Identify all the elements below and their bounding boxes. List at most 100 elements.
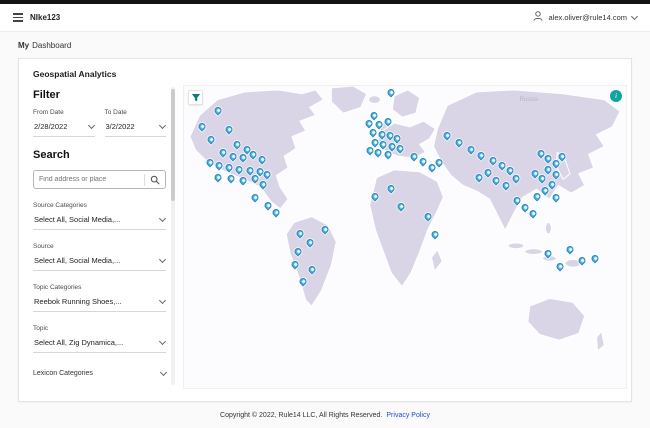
map-pin[interactable]	[551, 169, 562, 180]
map-pin[interactable]	[306, 264, 317, 275]
map-pin[interactable]	[257, 179, 268, 190]
map-pin[interactable]	[417, 156, 428, 167]
from-date-select[interactable]: 2/28/2022	[33, 119, 95, 137]
map-pin[interactable]	[482, 167, 493, 178]
menu-icon[interactable]	[13, 13, 23, 22]
map-pin[interactable]	[304, 237, 315, 248]
to-date-value: 3/2/2022	[105, 122, 135, 131]
map-pin[interactable]	[289, 259, 300, 270]
map-pin[interactable]	[555, 261, 566, 272]
map-pin[interactable]	[434, 157, 445, 168]
map-pin[interactable]	[429, 229, 440, 240]
map-region-label: Russia	[519, 96, 538, 103]
to-date-select[interactable]: 3/2/2022	[104, 119, 166, 137]
info-icon[interactable]: i	[610, 90, 622, 102]
map-pin[interactable]	[297, 276, 308, 287]
map-pin[interactable]	[543, 248, 554, 259]
map-pin[interactable]	[396, 201, 406, 212]
map-pin[interactable]	[453, 137, 464, 148]
map-pin[interactable]	[261, 169, 272, 180]
topic-select[interactable]: Select All, Zig Dynamica,...	[33, 335, 166, 353]
map-pin[interactable]	[547, 179, 558, 190]
map-pin[interactable]	[226, 173, 237, 184]
map-pin[interactable]	[256, 154, 267, 165]
map-pin[interactable]	[204, 157, 215, 168]
map-pin[interactable]	[367, 127, 378, 138]
map-pin[interactable]	[505, 165, 516, 176]
map-pin[interactable]	[551, 192, 562, 203]
source-categories-value: Select All, Social Media,...	[34, 215, 121, 224]
map-pin[interactable]	[249, 192, 260, 203]
map-pin[interactable]	[476, 150, 487, 161]
map-pin[interactable]	[218, 147, 229, 158]
map-pin[interactable]	[214, 160, 225, 171]
map-pin[interactable]	[224, 124, 235, 135]
map-pin[interactable]	[519, 202, 530, 213]
map-pin[interactable]	[408, 151, 419, 162]
user-menu[interactable]: alex.oliver@rule14.com	[532, 9, 639, 27]
lexicon-categories-select[interactable]: Lexicon Categories	[33, 368, 168, 377]
map-pin[interactable]	[247, 149, 258, 160]
map-pin[interactable]	[212, 172, 223, 182]
map-pin[interactable]	[539, 185, 550, 196]
map-filter-icon[interactable]	[188, 90, 203, 105]
map-pin[interactable]	[224, 162, 235, 173]
source-field: Source Select All, Social Media,...	[33, 243, 166, 271]
map-pin[interactable]	[465, 144, 476, 155]
map-pin[interactable]	[363, 118, 374, 129]
map-pin[interactable]	[293, 246, 303, 257]
source-select[interactable]: Select All, Social Media,...	[33, 253, 166, 271]
map-pin[interactable]	[564, 244, 575, 255]
privacy-policy-link[interactable]: Privacy Policy	[386, 412, 430, 419]
map-pin[interactable]	[320, 224, 331, 235]
filter-heading: Filter	[33, 89, 60, 101]
map-pin[interactable]	[228, 151, 238, 162]
map-pin[interactable]	[531, 191, 542, 202]
map-pin[interactable]	[364, 145, 375, 156]
topic-categories-label: Topic Categories	[33, 284, 82, 291]
scrollbar-thumb[interactable]	[171, 89, 175, 201]
chevron-down-icon	[159, 368, 168, 377]
map-pin[interactable]	[386, 183, 397, 194]
map-pin[interactable]	[376, 129, 387, 140]
map-pin[interactable]	[491, 175, 502, 186]
map-pin[interactable]	[212, 105, 223, 116]
map-pin[interactable]	[383, 116, 394, 127]
map-pin[interactable]	[537, 173, 548, 184]
app-header: NIke123 alex.oliver@rule14.com	[0, 4, 650, 32]
map-pin[interactable]	[244, 165, 255, 176]
map-pin[interactable]	[473, 172, 484, 182]
map-pin[interactable]	[294, 228, 305, 239]
map-pin[interactable]	[233, 164, 244, 175]
map-pin[interactable]	[232, 139, 242, 150]
search-box	[33, 170, 166, 189]
filter-panel-scrollbar[interactable]	[171, 87, 175, 385]
map-pin[interactable]	[488, 155, 499, 166]
map-pin[interactable]	[589, 253, 600, 264]
map-pin[interactable]	[237, 175, 248, 186]
geospatial-map[interactable]: Russia i	[183, 85, 627, 389]
map-pin[interactable]	[271, 207, 282, 217]
map-pin[interactable]	[370, 191, 381, 202]
map-pin[interactable]	[501, 180, 512, 191]
search-input[interactable]	[34, 176, 144, 183]
map-pin[interactable]	[378, 139, 389, 150]
map-pin[interactable]	[576, 255, 587, 266]
topic-categories-select[interactable]: Reebok Running Shoes,...	[33, 294, 166, 312]
map-pin[interactable]	[196, 121, 207, 132]
source-categories-select[interactable]: Select All, Social Media,...	[33, 212, 166, 230]
map-pin[interactable]	[422, 211, 433, 222]
map-pin[interactable]	[206, 134, 217, 145]
map-pin[interactable]	[557, 151, 568, 162]
map-pin[interactable]	[442, 130, 453, 140]
map-pin[interactable]	[527, 208, 538, 219]
map-pin[interactable]	[386, 87, 397, 98]
map-pin[interactable]	[374, 119, 385, 130]
map-pin[interactable]	[262, 200, 273, 211]
map-pin[interactable]	[395, 143, 406, 154]
map-pin[interactable]	[510, 173, 521, 184]
search-icon[interactable]	[145, 171, 165, 188]
from-date-label: From Date	[33, 109, 64, 116]
topic-label: Topic	[33, 325, 49, 332]
map-pin[interactable]	[511, 195, 522, 206]
